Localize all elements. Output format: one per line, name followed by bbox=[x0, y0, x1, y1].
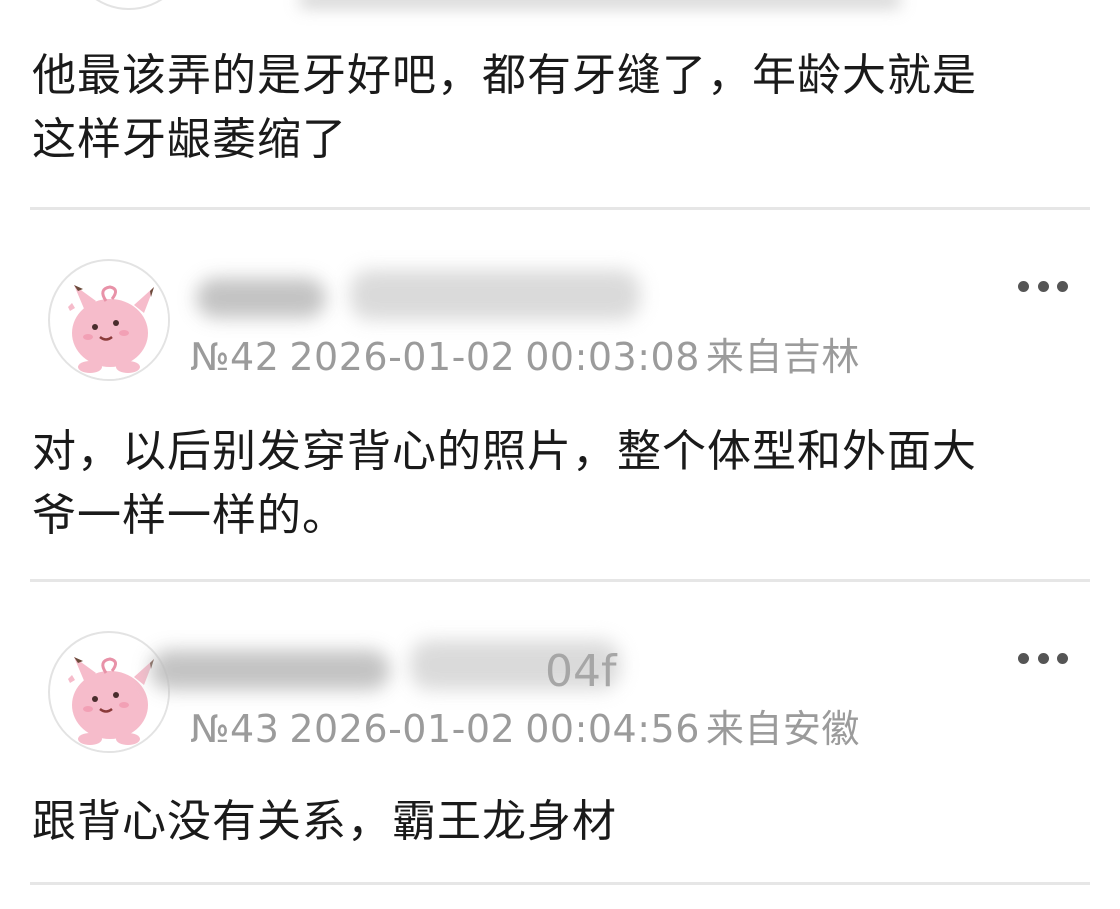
clefairy-avatar-icon bbox=[51, 634, 168, 751]
clefairy-avatar-icon bbox=[51, 262, 168, 379]
avatar[interactable] bbox=[48, 259, 170, 381]
comment-text: 跟背心没有关系，霸王龙身材 bbox=[32, 796, 617, 847]
floor-number: №42 bbox=[190, 335, 280, 379]
post-date: 2026-01-02 bbox=[289, 335, 516, 379]
post-meta: №42 2026-01-02 00:03:08 来自吉林 bbox=[190, 333, 870, 381]
post-location: 来自吉林 bbox=[705, 335, 860, 379]
divider bbox=[30, 579, 1090, 582]
divider bbox=[30, 207, 1090, 210]
post-location: 来自安徽 bbox=[705, 707, 860, 751]
more-options-icon[interactable] bbox=[1018, 652, 1068, 664]
avatar[interactable] bbox=[68, 0, 190, 10]
comment-thread: 他最该弄的是牙好吧，都有牙缝了，年龄大就是 这样牙龈萎缩了 №42 2026-01… bbox=[0, 0, 1120, 909]
post-time: 00:04:56 bbox=[525, 707, 700, 751]
dot bbox=[1018, 280, 1029, 292]
blurred-username bbox=[196, 278, 326, 318]
comment-text: 他最该弄的是牙好吧，都有牙缝了，年龄大就是 这样牙龈萎缩了 bbox=[32, 50, 977, 165]
dot bbox=[1037, 280, 1049, 292]
username-tail: 04f bbox=[545, 646, 617, 697]
dot bbox=[1057, 652, 1068, 664]
comment-text: 对，以后别发穿背心的照片，整个体型和外面大 爷一样一样的。 bbox=[32, 426, 977, 541]
divider bbox=[30, 882, 1090, 885]
blurred-username-part bbox=[350, 270, 640, 320]
dot bbox=[1037, 652, 1049, 664]
dot bbox=[1057, 280, 1068, 292]
more-options-icon[interactable] bbox=[1018, 280, 1068, 292]
post-meta: №43 2026-01-02 00:04:56 来自安徽 bbox=[190, 705, 870, 753]
post-date: 2026-01-02 bbox=[289, 707, 516, 751]
floor-number: №43 bbox=[190, 707, 280, 751]
blurred-username bbox=[150, 650, 390, 690]
blurred-username bbox=[300, 0, 900, 8]
avatar[interactable] bbox=[48, 631, 170, 753]
dot bbox=[1018, 652, 1029, 664]
post-time: 00:03:08 bbox=[525, 335, 700, 379]
